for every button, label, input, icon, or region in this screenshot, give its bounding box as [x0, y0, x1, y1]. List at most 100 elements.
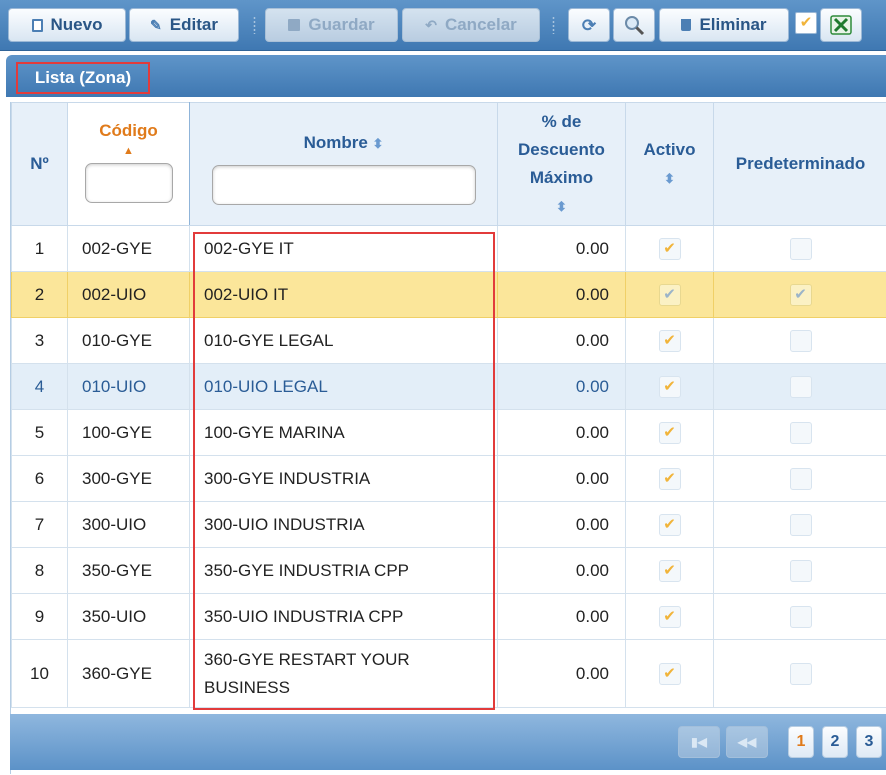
cell-nombre: 300-GYE INDUSTRIA — [189, 455, 498, 502]
predeterminado-checkbox[interactable]: ✔ — [789, 663, 812, 686]
cell-descuento: 0.00 — [497, 639, 626, 708]
cell-codigo: 300-UIO — [67, 501, 190, 548]
column-label-predeterminado: Predeterminado — [735, 154, 866, 173]
predeterminado-checkbox[interactable]: ✔ — [789, 605, 812, 628]
cell-nombre: 010-UIO LEGAL — [189, 363, 498, 410]
new-button[interactable]: Nuevo — [8, 8, 126, 42]
cell-codigo: 300-GYE — [67, 455, 190, 502]
cell-predeterminado: ✔ — [713, 593, 886, 640]
cell-no: 4 — [11, 363, 68, 410]
cell-no: 9 — [11, 593, 68, 640]
table-row[interactable]: 9350-UIO350-UIO INDUSTRIA CPP0.00 ✔ ✔ — [11, 593, 886, 640]
cell-descuento: 0.00 — [497, 593, 626, 640]
activo-checkbox[interactable]: ✔ — [658, 663, 681, 686]
cell-activo: ✔ — [625, 639, 714, 708]
predeterminado-checkbox[interactable]: ✔ — [789, 329, 812, 352]
column-header-nombre[interactable]: Nombre ⬍ — [189, 102, 498, 226]
table-row[interactable]: 6300-GYE300-GYE INDUSTRIA0.00 ✔ ✔ — [11, 455, 886, 502]
header-row: Nº Código ▲ Nombre ⬍ % de Descuento Máxi… — [11, 102, 886, 226]
pager-bar: ▮◀ ◀◀ 1 2 3 — [10, 714, 886, 770]
toolbar: Nuevo ✎ Editar Guardar ↶ Cancelar ⟳ Elim… — [0, 0, 886, 51]
page-number: 3 — [864, 733, 874, 750]
first-page-icon: ▮◀ — [691, 735, 707, 749]
column-header-codigo[interactable]: Código ▲ — [67, 102, 190, 226]
cell-codigo: 350-UIO — [67, 593, 190, 640]
cell-codigo: 100-GYE — [67, 409, 190, 456]
table-row[interactable]: 7300-UIO300-UIO INDUSTRIA0.00 ✔ ✔ — [11, 501, 886, 548]
delete-button-label: Eliminar — [699, 15, 767, 34]
cell-predeterminado: ✔ — [713, 363, 886, 410]
cell-predeterminado: ✔ — [713, 455, 886, 502]
table-row[interactable]: 8350-GYE350-GYE INDUSTRIA CPP0.00 ✔ ✔ — [11, 547, 886, 594]
page-button-3[interactable]: 3 — [856, 726, 882, 758]
cell-codigo: 010-GYE — [67, 317, 190, 364]
cell-nombre: 350-GYE INDUSTRIA CPP — [189, 547, 498, 594]
cell-nombre: 010-GYE LEGAL — [189, 317, 498, 364]
column-header-activo[interactable]: Activo ⬍ — [625, 102, 714, 226]
column-label-activo: Activo — [643, 140, 696, 159]
edit-button[interactable]: ✎ Editar — [129, 8, 239, 42]
export-excel-button[interactable] — [820, 8, 862, 42]
column-header-descuento[interactable]: % de Descuento Máximo ⬍ — [497, 102, 626, 226]
delete-button[interactable]: Eliminar — [659, 8, 789, 42]
cell-no: 10 — [11, 639, 68, 708]
data-grid: Nº Código ▲ Nombre ⬍ % de Descuento Máxi… — [10, 102, 886, 774]
undo-icon: ↶ — [425, 17, 437, 33]
search-icon — [625, 16, 645, 36]
new-document-icon — [31, 18, 43, 32]
cell-codigo: 350-GYE — [67, 547, 190, 594]
predeterminado-checkbox[interactable]: ✔ — [789, 421, 812, 444]
refresh-icon: ⟳ — [581, 15, 597, 35]
predeterminado-checkbox[interactable]: ✔ — [789, 467, 812, 490]
codigo-filter-input[interactable] — [84, 163, 173, 203]
activo-checkbox[interactable]: ✔ — [658, 329, 681, 352]
panel-title: Lista (Zona) — [16, 62, 150, 94]
column-label-codigo: Código — [99, 121, 158, 140]
first-page-button[interactable]: ▮◀ — [678, 726, 720, 758]
table-row[interactable]: 1002-GYE002-GYE IT0.00 ✔ ✔ — [11, 225, 886, 272]
predeterminado-checkbox[interactable]: ✔ — [789, 559, 812, 582]
column-label-nombre: Nombre — [303, 133, 368, 152]
table-row[interactable]: 4010-UIO010-UIO LEGAL0.00 ✔ ✔ — [11, 363, 886, 410]
table-row[interactable]: 3010-GYE010-GYE LEGAL0.00 ✔ ✔ — [11, 317, 886, 364]
predeterminado-checkbox[interactable]: ✔ — [789, 375, 812, 398]
refresh-button[interactable]: ⟳ — [568, 8, 610, 42]
save-button[interactable]: Guardar — [265, 8, 398, 42]
column-header-predeterminado[interactable]: Predeterminado — [713, 102, 886, 226]
cell-codigo: 002-UIO — [67, 271, 190, 318]
cancel-button-label: Cancelar — [444, 15, 517, 34]
activo-checkbox[interactable]: ✔ — [658, 375, 681, 398]
search-button[interactable] — [613, 8, 655, 42]
activo-checkbox[interactable]: ✔ — [658, 421, 681, 444]
activo-checkbox[interactable]: ✔ — [658, 559, 681, 582]
cell-nombre: 100-GYE MARINA — [189, 409, 498, 456]
page-button-2[interactable]: 2 — [822, 726, 848, 758]
activo-checkbox[interactable]: ✔ — [658, 237, 681, 260]
cell-activo: ✔ — [625, 317, 714, 364]
cell-predeterminado: ✔ — [713, 639, 886, 708]
table-row[interactable]: 2 002-UIO 002-UIO IT 0.00 ✔ ✔ — [11, 271, 886, 318]
cell-activo: ✔ — [625, 501, 714, 548]
nombre-filter-input[interactable] — [211, 165, 476, 205]
toolbar-separator — [253, 16, 256, 34]
cell-activo: ✔ — [625, 271, 714, 318]
select-all-checkbox[interactable]: ✔ — [795, 12, 817, 34]
table-row[interactable]: 10 360-GYE 360-GYE RESTART YOUR BUSINESS 0.… — [11, 639, 886, 708]
activo-checkbox[interactable]: ✔ — [658, 467, 681, 490]
column-header-no[interactable]: Nº — [11, 102, 68, 226]
cell-no: 8 — [11, 547, 68, 594]
activo-checkbox[interactable]: ✔ — [658, 283, 681, 306]
previous-page-button[interactable]: ◀◀ — [726, 726, 768, 758]
cell-descuento: 0.00 — [497, 547, 626, 594]
new-button-label: Nuevo — [50, 15, 103, 34]
table-row[interactable]: 5100-GYE100-GYE MARINA0.00 ✔ ✔ — [11, 409, 886, 456]
activo-checkbox[interactable]: ✔ — [658, 605, 681, 628]
activo-checkbox[interactable]: ✔ — [658, 513, 681, 536]
predeterminado-checkbox[interactable]: ✔ — [789, 237, 812, 260]
predeterminado-checkbox[interactable]: ✔ — [789, 283, 812, 306]
predeterminado-checkbox[interactable]: ✔ — [789, 513, 812, 536]
cell-no: 1 — [11, 225, 68, 272]
cell-activo: ✔ — [625, 547, 714, 594]
cancel-button[interactable]: ↶ Cancelar — [402, 8, 540, 42]
page-button-1[interactable]: 1 — [788, 726, 814, 758]
